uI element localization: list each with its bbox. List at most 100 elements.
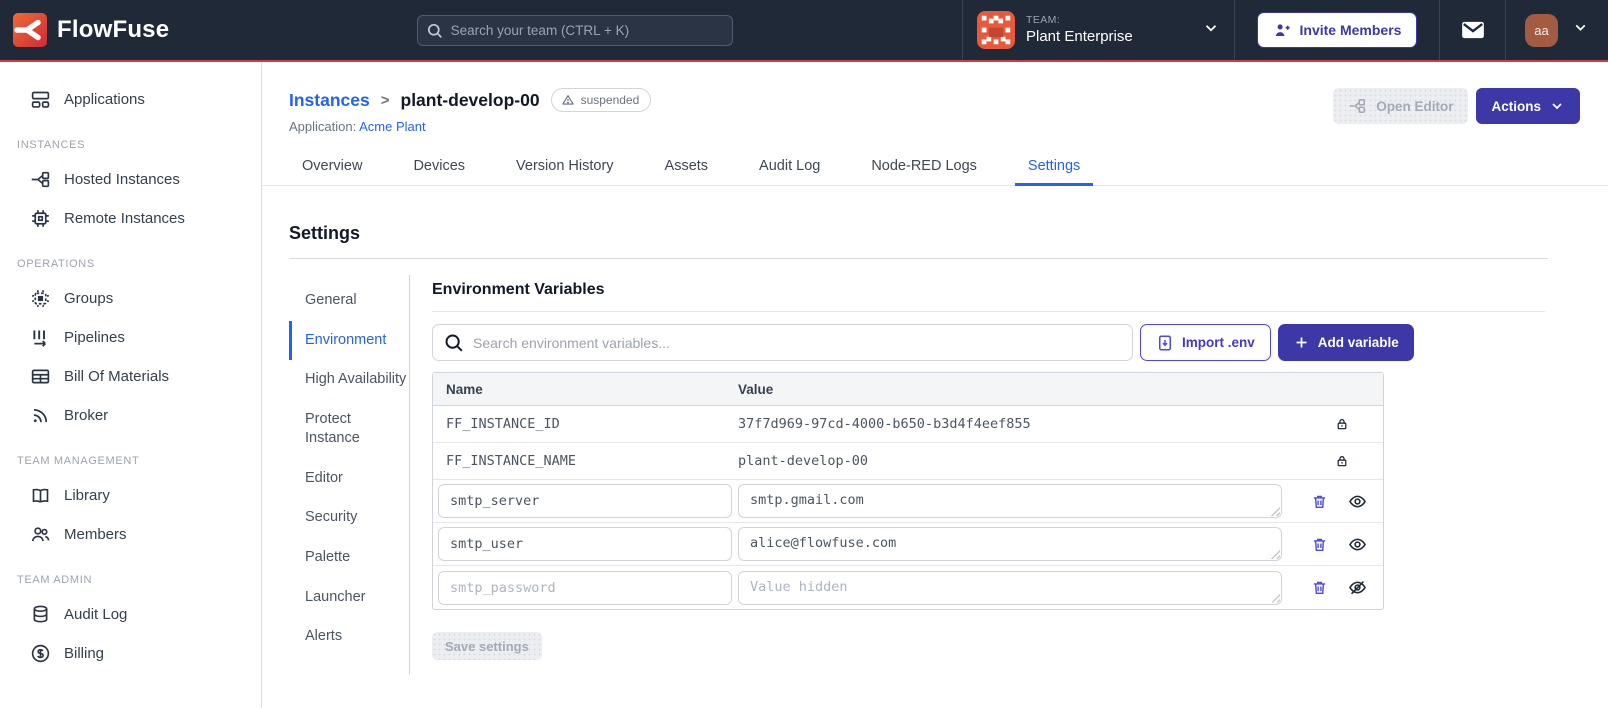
table-row [433, 566, 1383, 609]
sidebar-item-remote-instances[interactable]: Remote Instances [0, 199, 261, 238]
settings-nav-general[interactable]: General [289, 281, 409, 321]
settings-nav-protect-instance[interactable]: Protect Instance [289, 400, 409, 459]
delete-variable-button[interactable] [1309, 534, 1330, 555]
subnav-divider [409, 275, 410, 675]
env-var-value-input[interactable]: alice@flowfuse.com [738, 527, 1282, 561]
applications-icon [30, 89, 51, 110]
env-search-input[interactable] [432, 324, 1133, 361]
sidebar-item-pipelines[interactable]: Pipelines [0, 318, 261, 357]
node-flow-icon [30, 169, 51, 190]
sidebar-item-hosted-instances[interactable]: Hosted Instances [0, 160, 261, 199]
sidebar-item-applications[interactable]: Applications [0, 80, 261, 119]
status-badge: suspended [550, 88, 652, 112]
page-title: plant-develop-00 [400, 89, 540, 110]
column-header-name: Name [446, 381, 483, 397]
show-value-button[interactable] [1346, 533, 1369, 556]
groups-icon [30, 288, 51, 309]
sidebar-item-label: Members [64, 526, 127, 543]
sidebar-section-instances: INSTANCES [17, 139, 86, 151]
invite-members-button[interactable]: Invite Members [1256, 12, 1418, 48]
brand-name: FlowFuse [57, 16, 170, 43]
env-var-value: 37f7d969-97cd-4000-b650-b3d4f4eef855 [738, 416, 1031, 432]
tab-audit-log[interactable]: Audit Log [746, 158, 833, 185]
delete-variable-button[interactable] [1309, 491, 1330, 512]
team-name: Plant Enterprise [1026, 27, 1133, 45]
settings-nav-palette[interactable]: Palette [289, 538, 409, 578]
actions-label: Actions [1491, 98, 1541, 114]
settings-title: Settings [289, 223, 361, 243]
sidebar-section-operations: OPERATIONS [17, 258, 95, 270]
add-variable-button[interactable]: Add variable [1277, 324, 1414, 361]
sidebar-item-label: Library [64, 487, 110, 504]
env-var-name-input[interactable] [438, 484, 732, 518]
breadcrumb-instances-link[interactable]: Instances [289, 90, 370, 111]
sidebar-item-groups[interactable]: Groups [0, 279, 261, 318]
user-plus-icon [1273, 21, 1292, 40]
sidebar-item-audit-log[interactable]: Audit Log [0, 595, 261, 634]
application-label: Application: [289, 119, 357, 134]
sidebar-item-label: Groups [64, 290, 114, 307]
settings-nav-security[interactable]: Security [289, 498, 409, 538]
env-var-name-input[interactable] [438, 570, 732, 605]
actions-button[interactable]: Actions [1476, 88, 1580, 124]
sidebar-item-label: Remote Instances [64, 210, 185, 227]
breadcrumb: Instances > plant-develop-00 suspended [289, 88, 652, 112]
invite-members-label: Invite Members [1299, 22, 1402, 38]
header-actions: Open Editor Actions [1333, 88, 1580, 124]
team-search-input[interactable] [416, 14, 733, 46]
sidebar-item-broker[interactable]: Broker [0, 396, 261, 435]
settings-nav-high-availability[interactable]: High Availability [289, 360, 409, 400]
sidebar-item-members[interactable]: Members [0, 515, 261, 554]
pipelines-icon [30, 327, 51, 348]
notifications-button[interactable] [1439, 0, 1505, 60]
team-avatar [977, 11, 1015, 49]
tab-assets[interactable]: Assets [652, 158, 722, 185]
settings-nav-alerts[interactable]: Alerts [289, 617, 409, 657]
application-link[interactable]: Acme Plant [359, 119, 425, 134]
hide-value-button[interactable] [1346, 576, 1369, 599]
sidebar-item-label: Pipelines [64, 329, 125, 346]
tab-version-history[interactable]: Version History [503, 158, 627, 185]
table-header: Name Value [433, 373, 1383, 406]
top-navbar: FlowFuse TEAM: [0, 0, 1608, 62]
tab-devices[interactable]: Devices [400, 158, 478, 185]
tab-settings[interactable]: Settings [1014, 158, 1094, 186]
tab-overview[interactable]: Overview [289, 158, 375, 185]
broadcast-icon [30, 405, 51, 426]
sidebar-item-label: Bill Of Materials [64, 368, 170, 385]
brand[interactable]: FlowFuse [0, 0, 187, 60]
env-var-value-input[interactable] [738, 570, 1282, 605]
settings-nav-launcher[interactable]: Launcher [289, 578, 409, 618]
env-var-value-input[interactable]: smtp.gmail.com [738, 484, 1282, 518]
sidebar: Applications INSTANCES Hosted Instances … [0, 62, 262, 708]
user-menu[interactable]: aa [1505, 0, 1608, 60]
breadcrumb-separator: > [380, 91, 390, 109]
open-editor-label: Open Editor [1376, 98, 1454, 114]
settings-nav-editor[interactable]: Editor [289, 459, 409, 499]
flowfuse-logo-icon [13, 13, 47, 47]
sidebar-item-label: Applications [64, 91, 145, 108]
settings-nav-environment[interactable]: Environment [289, 320, 409, 361]
sidebar-item-billing[interactable]: Billing [0, 634, 261, 673]
delete-variable-button[interactable] [1309, 577, 1330, 598]
show-value-button[interactable] [1346, 490, 1369, 513]
sidebar-item-bill-of-materials[interactable]: Bill Of Materials [0, 357, 261, 396]
team-selector[interactable]: TEAM: Plant Enterprise [962, 0, 1234, 60]
book-icon [30, 485, 51, 506]
env-var-name-input[interactable] [438, 527, 732, 561]
table-row: smtp.gmail.com [433, 480, 1383, 523]
instance-tabs: Overview Devices Version History Assets … [262, 134, 1608, 186]
dollar-icon [30, 643, 51, 664]
tab-node-red-logs[interactable]: Node-RED Logs [858, 158, 990, 185]
sidebar-item-label: Billing [64, 645, 105, 662]
chevron-down-icon [1572, 19, 1589, 41]
open-editor-button[interactable]: Open Editor [1333, 88, 1469, 124]
search-icon [426, 22, 443, 44]
add-variable-label: Add variable [1317, 335, 1399, 350]
sidebar-item-library[interactable]: Library [0, 476, 261, 515]
environment-variables-panel: Environment Variables Search environment… [432, 275, 1545, 675]
warning-icon [561, 93, 575, 107]
settings-subnav: General Environment High Availability Pr… [289, 275, 409, 675]
import-env-button[interactable]: Import .env [1140, 324, 1271, 361]
save-settings-button[interactable]: Save settings [432, 632, 542, 660]
